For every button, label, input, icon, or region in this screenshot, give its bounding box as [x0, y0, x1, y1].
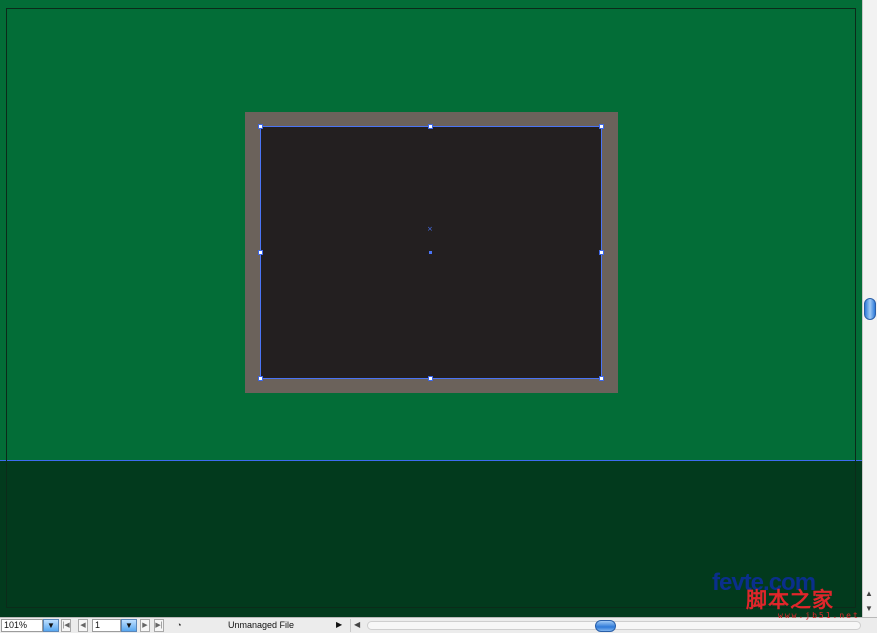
vertical-scrollbar[interactable]: ▲ ▼	[862, 0, 877, 617]
version-cue-icon[interactable]: ◔	[172, 619, 186, 632]
selection-handle-top-left[interactable]	[258, 124, 263, 129]
zoom-input[interactable]: 101%	[1, 619, 43, 632]
prev-page-icon[interactable]: ◀	[78, 619, 88, 632]
selection-handle-bottom-center[interactable]	[428, 376, 433, 381]
status-bar: 101% ▼ |◀ ◀ 1 ▼ ▶ ▶| ◔ Unmanaged File ▶ …	[0, 617, 877, 633]
selection-handle-top-right[interactable]	[599, 124, 604, 129]
vertical-scroll-thumb[interactable]	[864, 298, 876, 320]
selection-handle-bottom-right[interactable]	[599, 376, 604, 381]
status-menu-arrow-icon[interactable]: ▶	[336, 619, 346, 632]
zoom-dropdown-button[interactable]: ▼	[43, 619, 59, 632]
last-page-icon[interactable]: ▶|	[154, 619, 164, 632]
selection-handle-middle-right[interactable]	[599, 250, 604, 255]
page-number-input[interactable]: 1	[92, 619, 121, 632]
watermark-url: www.jb51.net	[778, 611, 860, 620]
selection-handle-bottom-left[interactable]	[258, 376, 263, 381]
page-dropdown-button[interactable]: ▼	[121, 619, 137, 632]
selection-handle-top-center[interactable]	[428, 124, 433, 129]
first-page-icon[interactable]: |◀	[61, 619, 71, 632]
status-text: Unmanaged File	[227, 620, 295, 630]
horizontal-scrollbar[interactable]: ◀	[350, 619, 862, 632]
horizontal-scroll-thumb[interactable]	[595, 620, 616, 632]
next-page-icon[interactable]: ▶	[140, 619, 150, 632]
watermark: fevte.com 脚本之家 www.jb51.net	[712, 569, 872, 620]
watermark-chinese: 脚本之家	[746, 588, 834, 612]
center-point-icon[interactable]	[429, 251, 432, 254]
document-canvas[interactable]: ×	[0, 0, 862, 617]
selection-handle-middle-left[interactable]	[258, 250, 263, 255]
scroll-left-arrow-icon[interactable]: ◀	[354, 619, 360, 631]
rotation-center-icon: ×	[427, 225, 433, 233]
